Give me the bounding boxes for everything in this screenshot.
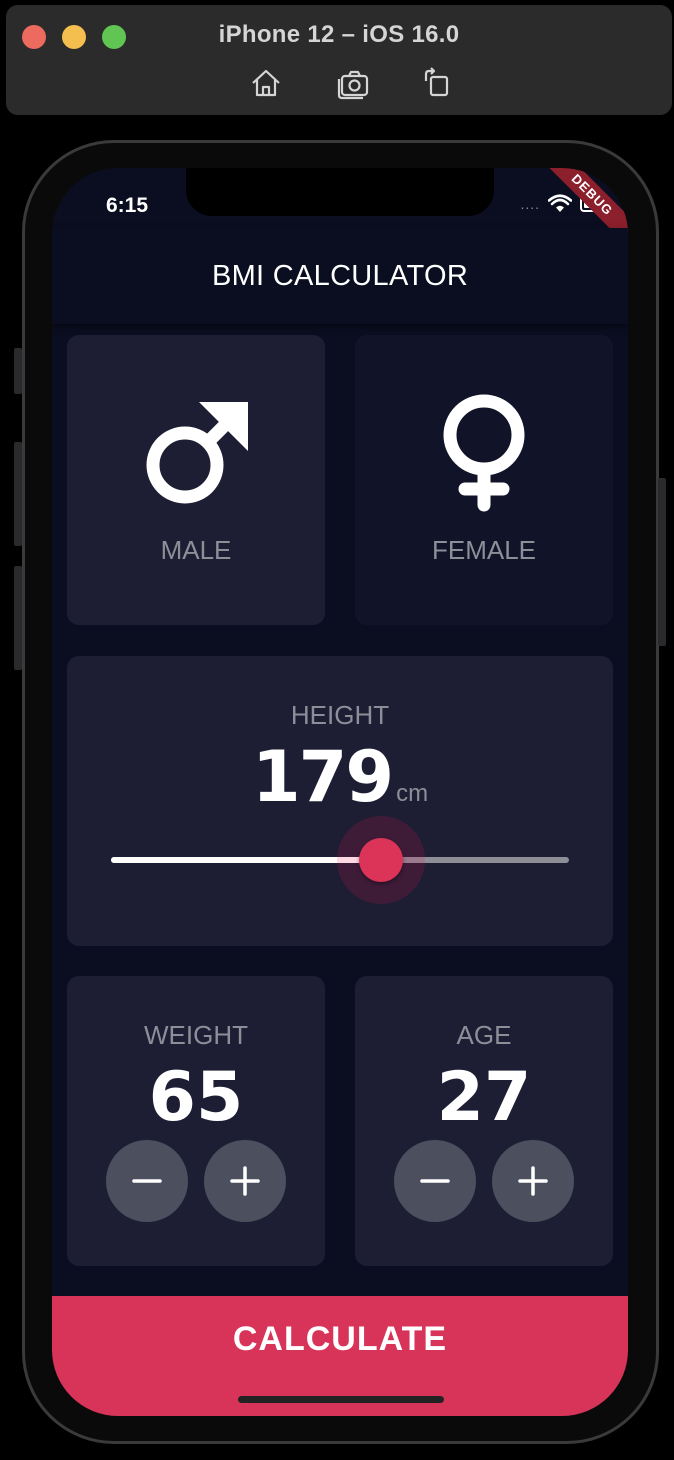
height-unit: cm: [396, 780, 429, 807]
plus-icon: [518, 1166, 548, 1196]
height-label: HEIGHT: [290, 700, 390, 730]
rotate-icon[interactable]: [418, 65, 454, 101]
simulator-titlebar: iPhone 12 – iOS 16.0: [6, 5, 672, 115]
female-card[interactable]: FEMALE: [355, 335, 613, 625]
weight-increment-button[interactable]: [204, 1140, 286, 1222]
silent-switch: [14, 348, 22, 394]
minus-icon: [132, 1179, 162, 1183]
height-card: HEIGHT 179 cm: [67, 656, 613, 946]
cellular-signal-icon: ....: [520, 196, 540, 212]
app-title: BMI CALCULATOR: [211, 260, 469, 292]
screenshot-icon[interactable]: [336, 65, 372, 101]
home-indicator: [238, 1396, 444, 1403]
mars-icon: [141, 399, 251, 509]
male-card[interactable]: MALE: [67, 335, 325, 625]
minus-icon: [420, 1179, 450, 1183]
phone-screen: 6:15 .... DEBUG BMI CALCULATOR MALE FEMA…: [52, 168, 628, 1416]
volume-down-button: [14, 566, 22, 670]
venus-icon: [439, 393, 529, 515]
weight-card: WEIGHT 65: [67, 976, 325, 1266]
height-value: 179: [251, 736, 394, 818]
wifi-icon: [548, 194, 572, 214]
age-value: 27: [436, 1058, 532, 1137]
height-slider-thumb[interactable]: [359, 838, 404, 882]
plus-icon: [230, 1166, 260, 1196]
male-label: MALE: [160, 535, 232, 565]
age-decrement-button[interactable]: [394, 1140, 476, 1222]
app-bar: BMI CALCULATOR: [52, 228, 628, 324]
height-readout: 179 cm: [67, 736, 613, 818]
home-icon[interactable]: [248, 65, 284, 101]
female-label: FEMALE: [431, 535, 537, 565]
volume-up-button: [14, 442, 22, 546]
age-increment-button[interactable]: [492, 1140, 574, 1222]
simulator-toolbar: [6, 65, 672, 101]
age-label: AGE: [456, 1020, 512, 1050]
weight-value: 65: [148, 1058, 244, 1137]
notch: [186, 168, 494, 216]
calculate-label: CALCULATE: [232, 1320, 448, 1358]
age-card: AGE 27: [355, 976, 613, 1266]
weight-label: WEIGHT: [144, 1020, 248, 1050]
weight-decrement-button[interactable]: [106, 1140, 188, 1222]
status-time: 6:15: [106, 194, 149, 217]
simulator-title: iPhone 12 – iOS 16.0: [218, 21, 460, 48]
power-button: [658, 478, 666, 646]
